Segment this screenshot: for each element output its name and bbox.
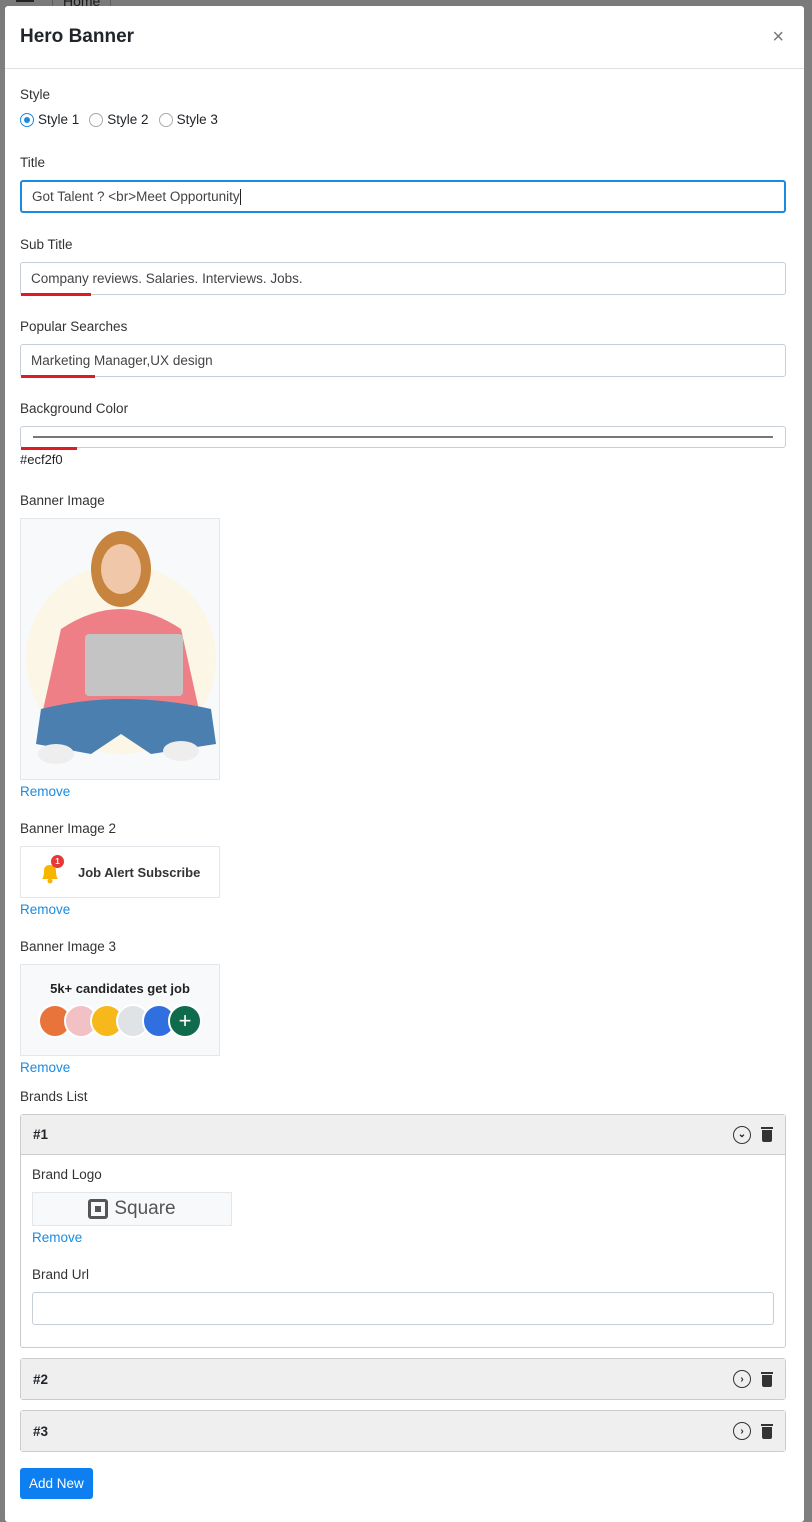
hamburger-menu-icon[interactable] [16,0,34,2]
background-color-picker[interactable] [20,426,786,450]
modal-title: Hero Banner [20,26,135,47]
radio-icon[interactable] [158,112,173,127]
avatar-group: + [21,1004,219,1038]
trash-icon[interactable] [761,1423,773,1439]
brand-url-label: Brand Url [32,1267,90,1282]
title-label: Title [20,155,46,170]
candidates-text: 5k+ candidates get job [50,981,190,996]
spellcheck-underline [21,293,91,296]
brand-item-3: #3 › [20,1410,786,1452]
style-label: Style [20,87,51,102]
subtitle-input[interactable]: Company reviews. Salaries. Interviews. J… [20,262,786,296]
popular-searches-value: Marketing Manager,UX design [31,353,213,368]
banner-image-2-label: Banner Image 2 [20,821,117,836]
subtitle-value: Company reviews. Salaries. Interviews. J… [31,271,303,286]
remove-banner-image-2-link[interactable]: Remove [20,902,70,917]
subtitle-label: Sub Title [20,237,73,252]
bell-icon: 1 [38,855,64,884]
banner-image-2-preview: 1 Job Alert Subscribe [20,846,220,898]
radio-checked-icon[interactable] [20,112,34,127]
brand-item-header[interactable]: #3 › [21,1411,785,1451]
style-radio-group: Style 1 Style 2 Style 3 [20,112,786,127]
color-swatch [33,436,773,438]
trash-icon[interactable] [761,1371,773,1387]
radio-icon[interactable] [89,112,104,127]
notification-badge: 1 [51,855,64,868]
remove-banner-image-3-link[interactable]: Remove [20,1060,70,1075]
radio-style-1[interactable]: Style 1 [20,112,79,127]
brands-list-label: Brands List [20,1089,88,1104]
spellcheck-underline [21,375,95,378]
popular-searches-label: Popular Searches [20,319,128,334]
job-alert-text: Job Alert Subscribe [78,864,201,880]
text-cursor [239,188,241,205]
banner-image-3-label: Banner Image 3 [20,939,117,954]
banner-image-label: Banner Image [20,493,105,508]
title-input[interactable]: Got Talent ? <br>Meet Opportunity [20,180,786,213]
title-value: Got Talent ? <br>Meet Opportunity [32,189,240,204]
banner-image-3-preview: 5k+ candidates get job + [20,964,220,1056]
modal-header: Hero Banner × [5,6,804,69]
radio-label: Style 2 [107,112,149,127]
banner-image-preview [20,518,220,780]
background-color-value: #ecf2f0 [20,452,63,467]
chevron-right-circle-icon[interactable]: › [733,1422,751,1440]
plus-icon: + [168,1004,202,1038]
background-color-label: Background Color [20,401,129,416]
brand-logo-preview: Square [32,1192,232,1226]
radio-label: Style 3 [176,112,218,127]
trash-icon[interactable] [761,1127,773,1142]
brand-logo-label: Brand Logo [32,1167,102,1182]
radio-style-2[interactable]: Style 2 [89,112,149,127]
brand-item-title: #3 [33,1423,49,1439]
woman-with-laptop-image [26,531,216,764]
brand-logo-text: Square [114,1198,176,1219]
brand-url-input[interactable] [32,1292,774,1325]
remove-brand-logo-link[interactable]: Remove [32,1230,82,1245]
brand-item-header[interactable]: #1 ⌄ [21,1115,785,1155]
radio-style-3[interactable]: Style 3 [158,112,218,127]
brand-item-2: #2 › [20,1358,786,1400]
spellcheck-underline [21,447,77,450]
remove-banner-image-link[interactable]: Remove [20,784,70,799]
brand-item-title: #1 [33,1127,49,1142]
brand-item-title: #2 [33,1371,49,1387]
hero-banner-modal: Hero Banner × Style Style 1 Style 2 Styl… [5,6,804,1522]
radio-label: Style 1 [38,112,80,127]
brand-item-header[interactable]: #2 › [21,1359,785,1399]
square-logo-icon [88,1199,109,1219]
add-new-button[interactable]: Add New [20,1468,93,1499]
popular-searches-input[interactable]: Marketing Manager,UX design [20,344,786,378]
chevron-right-circle-icon[interactable]: › [733,1370,751,1388]
brand-item-1: #1 ⌄ Brand Logo Square Remove Brand Url [20,1114,786,1348]
close-icon[interactable]: × [772,26,784,49]
chevron-down-circle-icon[interactable]: ⌄ [733,1125,751,1144]
